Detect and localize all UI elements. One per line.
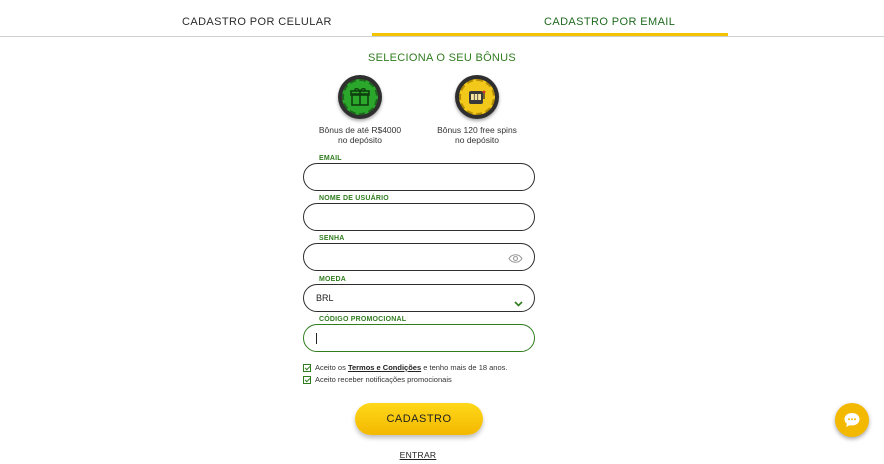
bonus-option-line2: no depósito xyxy=(338,135,382,145)
chevron-down-icon xyxy=(514,294,523,312)
currency-value: BRL xyxy=(316,293,334,303)
bonus-option-line1: Bônus 120 free spins xyxy=(437,125,517,135)
slot-machine-icon xyxy=(455,75,499,119)
tab-register-phone[interactable]: CADASTRO POR CELULAR xyxy=(182,0,332,36)
email-input[interactable] xyxy=(314,169,499,185)
chat-button[interactable] xyxy=(835,403,869,437)
username-field[interactable]: NOME DE USUÁRIO xyxy=(303,195,535,231)
notifications-checkbox-row: Aceito receber notificações promocionais xyxy=(303,375,452,385)
currency-label: MOEDA xyxy=(316,276,350,283)
login-link[interactable]: ENTRAR xyxy=(0,450,836,460)
terms-prefix: Aceito os xyxy=(315,363,348,373)
show-password-icon[interactable] xyxy=(508,251,523,269)
bonus-option-line1: Bônus de até R$4000 xyxy=(318,125,402,135)
terms-checkbox[interactable] xyxy=(303,364,311,373)
password-input[interactable] xyxy=(314,249,499,265)
tab-bar: CADASTRO POR CELULAR CADASTRO POR EMAIL xyxy=(0,0,884,37)
password-field[interactable]: SENHA xyxy=(303,235,535,271)
promo-code-input[interactable] xyxy=(314,330,499,346)
terms-suffix: e tenho mais de 18 anos. xyxy=(421,363,508,373)
email-field[interactable]: EMAIL xyxy=(303,155,535,191)
notifications-label: Aceito receber notificações promocionais xyxy=(315,375,452,385)
gift-icon xyxy=(338,75,382,119)
password-label: SENHA xyxy=(316,235,348,242)
promo-code-label: CÓDIGO PROMOCIONAL xyxy=(316,316,410,323)
currency-select[interactable]: MOEDA BRL xyxy=(303,276,535,312)
bonus-option-deposit[interactable]: Bônus de até R$4000 no depósito xyxy=(300,75,420,145)
active-tab-indicator xyxy=(372,33,728,36)
notifications-checkbox[interactable] xyxy=(303,376,311,385)
username-input[interactable] xyxy=(314,209,499,225)
email-label: EMAIL xyxy=(316,155,345,162)
bonus-option-line2: no depósito xyxy=(455,135,499,145)
register-button[interactable]: CADASTRO xyxy=(355,403,483,435)
terms-checkbox-row: Aceito os Termos e Condições e tenho mai… xyxy=(303,363,507,373)
promo-code-field[interactable]: CÓDIGO PROMOCIONAL xyxy=(303,316,535,352)
username-label: NOME DE USUÁRIO xyxy=(316,195,392,202)
bonus-option-free-spins[interactable]: Bônus 120 free spins no depósito xyxy=(417,75,537,145)
terms-link[interactable]: Termos e Condições xyxy=(348,363,421,372)
tab-register-email[interactable]: CADASTRO POR EMAIL xyxy=(544,0,675,36)
bonus-section-title: SELECIONA O SEU BÔNUS xyxy=(367,52,517,64)
